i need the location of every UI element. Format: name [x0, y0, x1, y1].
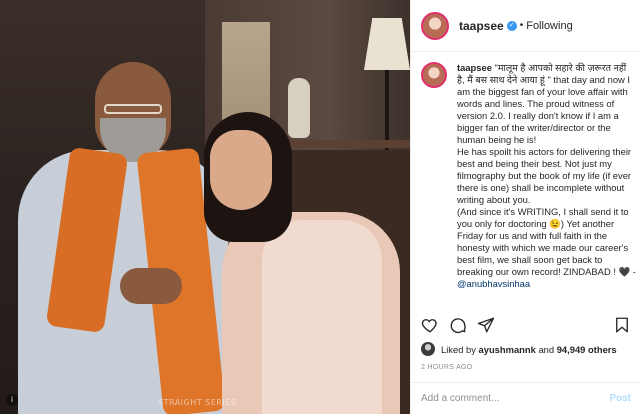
- likes-summary: Liked by ayushmannk and 94,949 others: [421, 340, 636, 358]
- woman-dupatta: [262, 220, 382, 414]
- photo-watermark: STRAIGHT SERIES: [158, 398, 237, 407]
- comment-input[interactable]: [421, 393, 591, 404]
- post-caption: taapsee "मालूम है आपको सहारे की ज़रूरत न…: [421, 62, 636, 318]
- caption-mention-link[interactable]: @anubhavsinhaa: [457, 278, 530, 289]
- man-glasses: [104, 104, 162, 114]
- bookmark-icon[interactable]: [613, 316, 631, 334]
- post-sidebar: taapsee ✓ • Following taapsee "मालूम है …: [410, 0, 640, 414]
- caption-username[interactable]: taapsee: [457, 62, 492, 73]
- woman-face: [210, 130, 272, 210]
- vase: [288, 78, 310, 138]
- caption-body: taapsee "मालूम है आपको सहारे की ज़रूरत न…: [457, 62, 636, 318]
- verified-badge-icon: ✓: [506, 20, 517, 31]
- lamp-stem: [385, 70, 389, 150]
- following-button[interactable]: Following: [526, 20, 572, 32]
- post-photo[interactable]: STRAIGHT SERIES i: [0, 0, 410, 414]
- liker-username[interactable]: ayushmannk: [479, 344, 536, 355]
- caption-text: "मालूम है आपको सहारे की ज़रूरत नहीं है, …: [457, 62, 636, 277]
- share-icon[interactable]: [477, 316, 495, 334]
- info-icon[interactable]: i: [6, 394, 18, 406]
- comment-icon[interactable]: [449, 316, 467, 334]
- likes-count-link[interactable]: 94,949 others: [557, 344, 617, 355]
- likes-middle: and: [538, 343, 555, 355]
- liker-avatar[interactable]: [421, 342, 435, 356]
- likes-prefix: Liked by: [441, 343, 476, 355]
- comment-bar: Post: [411, 382, 640, 414]
- caption-avatar[interactable]: [421, 62, 447, 88]
- post-comment-button[interactable]: Post: [609, 393, 631, 404]
- avatar[interactable]: [421, 11, 449, 40]
- heart-icon[interactable]: [421, 316, 439, 334]
- post-header: taapsee ✓ • Following: [411, 0, 640, 52]
- header-username[interactable]: taapsee: [459, 19, 504, 33]
- clasped-hands: [120, 268, 182, 304]
- action-bar: [421, 316, 631, 336]
- post-timestamp[interactable]: 2 HOURS AGO: [421, 364, 473, 371]
- header-separator: •: [519, 20, 524, 31]
